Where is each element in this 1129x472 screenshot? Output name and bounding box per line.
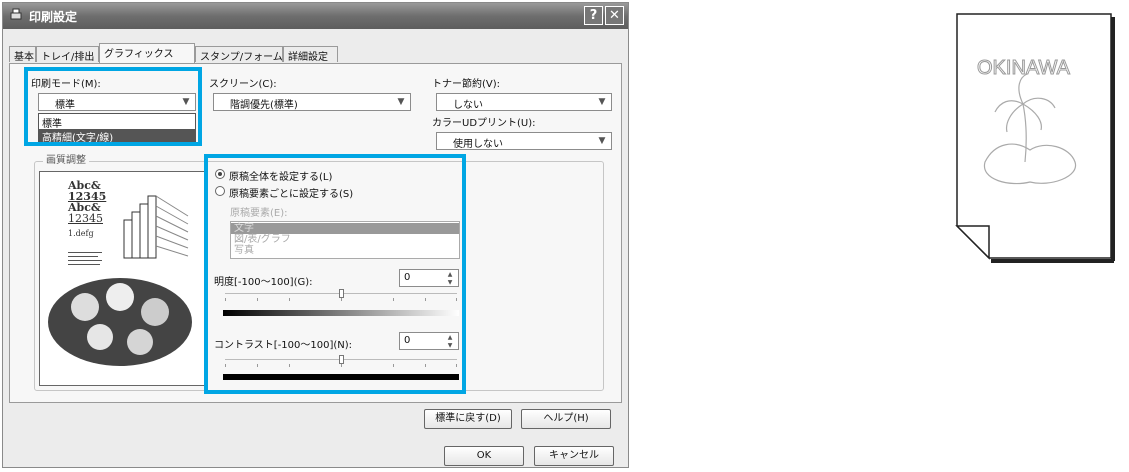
color-ud-value: 使用しない (453, 139, 503, 150)
print-mode-dropdown: 標準 高精細(文字/線) (38, 113, 196, 144)
contrast-spinner[interactable]: 0 ▲ ▼ (399, 332, 459, 350)
ok-button[interactable]: OK (444, 446, 524, 466)
sample-output-page: OKINAWA (955, 13, 1115, 263)
spin-down-icon[interactable]: ▼ (443, 279, 457, 286)
brightness-gradient (223, 310, 459, 316)
radio-each[interactable] (215, 186, 225, 196)
option-high-definition[interactable]: 高精細(文字/線) (39, 129, 195, 144)
slider-tick (225, 298, 226, 301)
radio-all[interactable] (215, 169, 225, 179)
printer-icon (10, 8, 22, 20)
sample-page-text: OKINAWA (977, 57, 1071, 79)
screen-select[interactable]: 階調優先(標準) ▼ (213, 93, 411, 111)
element-listbox[interactable]: 文字 図/表/グラフ 写真 (230, 221, 460, 259)
spin-down-icon[interactable]: ▼ (443, 342, 457, 349)
slider-tick (456, 298, 457, 301)
slider-tick (393, 298, 394, 301)
slider-tick (257, 298, 258, 301)
help-title-button[interactable]: ? (584, 6, 603, 25)
brightness-spinner[interactable]: 0 ▲ ▼ (399, 269, 459, 287)
tab-stamp-form[interactable]: スタンプ/フォーム (195, 46, 283, 63)
slider-tick (341, 298, 342, 301)
element-label: 原稿要素(E): (230, 208, 288, 219)
print-mode-label: 印刷モード(M): (31, 79, 101, 90)
chevron-down-icon: ▼ (598, 136, 606, 146)
spin-up-icon[interactable]: ▲ (443, 334, 457, 341)
option-standard[interactable]: 標準 (39, 115, 195, 130)
tab-graphics[interactable]: グラフィックス (99, 43, 195, 63)
toner-save-value: しない (453, 100, 483, 111)
quality-group-label: 画質調整 (43, 151, 89, 166)
list-item[interactable]: 写真 (231, 245, 459, 256)
slider-tick (289, 364, 290, 367)
slider-tick (456, 364, 457, 367)
brightness-label: 明度[-100～100](G): (214, 277, 313, 288)
help-button[interactable]: ヘルプ(H) (521, 409, 611, 429)
toner-save-label: トナー節約(V): (432, 79, 501, 90)
toner-save-select[interactable]: しない ▼ (436, 93, 612, 111)
chevron-down-icon: ▼ (182, 97, 190, 107)
radio-each-label: 原稿要素ごとに設定する(S) (229, 189, 354, 200)
list-item[interactable]: 図/表/グラフ (231, 234, 459, 245)
color-ud-label: カラーUDプリント(U): (432, 118, 536, 129)
slider-tick (425, 364, 426, 367)
color-ud-select[interactable]: 使用しない ▼ (436, 132, 612, 150)
list-item[interactable]: 文字 (231, 223, 459, 234)
tab-tray-output[interactable]: トレイ/排出 (36, 46, 99, 63)
spin-up-icon[interactable]: ▲ (443, 271, 457, 278)
slider-tick (257, 364, 258, 367)
brightness-slider-thumb[interactable] (339, 289, 344, 298)
brightness-value: 0 (404, 272, 411, 283)
contrast-bar (223, 374, 459, 380)
window-title: 印刷設定 (29, 10, 78, 24)
contrast-slider-thumb[interactable] (339, 355, 344, 364)
slider-tick (341, 364, 342, 367)
contrast-label: コントラスト[-100～100](N): (214, 340, 353, 351)
chevron-down-icon: ▼ (598, 97, 606, 107)
screen-label: スクリーン(C): (209, 79, 277, 90)
tab-advanced[interactable]: 詳細設定 (283, 46, 338, 63)
print-settings-dialog: 印刷設定 ? ✕ 基本 トレイ/排出 グラフィックス スタンプ/フォーム 詳細設… (2, 2, 629, 468)
chevron-down-icon: ▼ (397, 97, 405, 107)
print-mode-value: 標準 (55, 100, 75, 111)
slider-tick (225, 364, 226, 367)
slider-tick (393, 364, 394, 367)
contrast-value: 0 (404, 335, 411, 346)
tab-basic[interactable]: 基本 (9, 46, 36, 63)
close-button[interactable]: ✕ (605, 6, 624, 25)
title-bar[interactable]: 印刷設定 ? ✕ (3, 3, 628, 29)
screen-value: 階調優先(標準) (230, 100, 298, 111)
preview-image: Abc& 12345 Abc& 12345 1.defg (39, 171, 205, 386)
cancel-button[interactable]: キャンセル (534, 446, 614, 466)
reset-default-button[interactable]: 標準に戻す(D) (424, 409, 512, 429)
radio-all-label: 原稿全体を設定する(L) (229, 172, 333, 183)
print-mode-select[interactable]: 標準 ▼ (38, 93, 196, 111)
preview-graphics (48, 195, 192, 366)
slider-tick (289, 298, 290, 301)
slider-tick (425, 298, 426, 301)
